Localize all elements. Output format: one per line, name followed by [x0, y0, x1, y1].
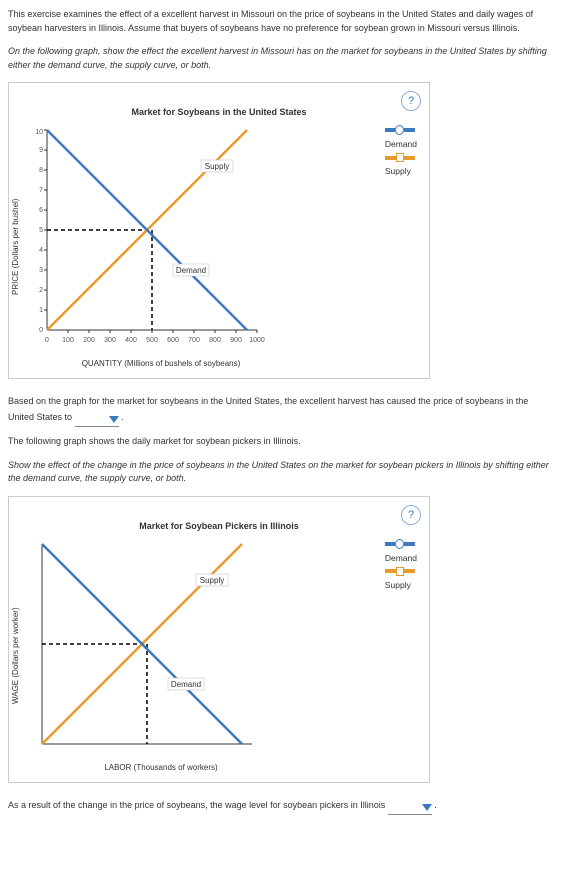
svg-text:200: 200: [83, 337, 95, 344]
svg-text:7: 7: [39, 187, 43, 194]
price-direction-dropdown[interactable]: [75, 413, 119, 427]
instruction-1: On the following graph, show the effect …: [8, 45, 554, 72]
graph1-legend: Demand Supply: [385, 125, 417, 180]
help-button[interactable]: ?: [401, 91, 421, 111]
graph1-ylabel: PRICE (Dollars per bushel): [9, 125, 22, 368]
legend-demand-handle[interactable]: [385, 125, 417, 135]
svg-text:500: 500: [146, 337, 158, 344]
legend-supply-label: Supply: [385, 166, 411, 176]
supply-line-label: Supply: [200, 576, 224, 585]
graph-panel-soybeans: ? Market for Soybeans in the United Stat…: [8, 82, 430, 379]
wage-direction-dropdown[interactable]: [388, 801, 432, 815]
legend-demand-label: Demand: [385, 553, 417, 563]
graph2-title: Market for Soybean Pickers in Illinois: [9, 521, 429, 531]
graph1-title: Market for Soybeans in the United States: [9, 107, 429, 117]
svg-text:1: 1: [39, 307, 43, 314]
svg-text:10: 10: [35, 129, 43, 136]
chevron-down-icon: [109, 416, 119, 424]
svg-text:1000: 1000: [249, 337, 265, 344]
svg-text:300: 300: [104, 337, 116, 344]
graph2-plot[interactable]: Supply Demand: [22, 539, 282, 759]
transition-text: The following graph shows the daily mark…: [8, 435, 554, 449]
svg-text:6: 6: [39, 207, 43, 214]
svg-text:0: 0: [45, 337, 49, 344]
svg-text:100: 100: [62, 337, 74, 344]
supply-line-label: Supply: [205, 162, 229, 171]
svg-text:4: 4: [39, 247, 43, 254]
svg-text:0: 0: [39, 327, 43, 334]
graph2-xlabel: LABOR (Thousands of workers): [40, 763, 282, 772]
graph-panel-pickers: ? Market for Soybean Pickers in Illinois…: [8, 496, 430, 783]
svg-text:5: 5: [39, 227, 43, 234]
graph1-xlabel: QUANTITY (Millions of bushels of soybean…: [40, 359, 282, 368]
demand-line-label: Demand: [171, 680, 201, 689]
svg-text:9: 9: [39, 147, 43, 154]
svg-text:2: 2: [39, 287, 43, 294]
svg-text:800: 800: [209, 337, 221, 344]
graph2-ylabel: WAGE (Dollars per worker): [9, 539, 22, 772]
svg-text:700: 700: [188, 337, 200, 344]
graph2-legend: Demand Supply: [385, 539, 417, 594]
legend-demand-label: Demand: [385, 139, 417, 149]
svg-text:400: 400: [125, 337, 137, 344]
legend-supply-handle[interactable]: [385, 153, 417, 162]
question-1: Based on the graph for the market for so…: [8, 393, 554, 425]
svg-text:900: 900: [230, 337, 242, 344]
help-button[interactable]: ?: [401, 505, 421, 525]
graph1-plot[interactable]: 0 1 2 3 4 5 6 7 8 9 10: [22, 125, 282, 355]
chevron-down-icon: [422, 804, 432, 812]
svg-text:3: 3: [39, 267, 43, 274]
legend-supply-label: Supply: [385, 580, 411, 590]
demand-line-label: Demand: [176, 266, 206, 275]
instruction-2: Show the effect of the change in the pri…: [8, 459, 554, 486]
svg-text:8: 8: [39, 167, 43, 174]
intro-text: This exercise examines the effect of a e…: [8, 8, 554, 35]
legend-demand-handle[interactable]: [385, 539, 417, 549]
question-2: As a result of the change in the price o…: [8, 797, 554, 813]
legend-supply-handle[interactable]: [385, 567, 417, 576]
svg-text:600: 600: [167, 337, 179, 344]
